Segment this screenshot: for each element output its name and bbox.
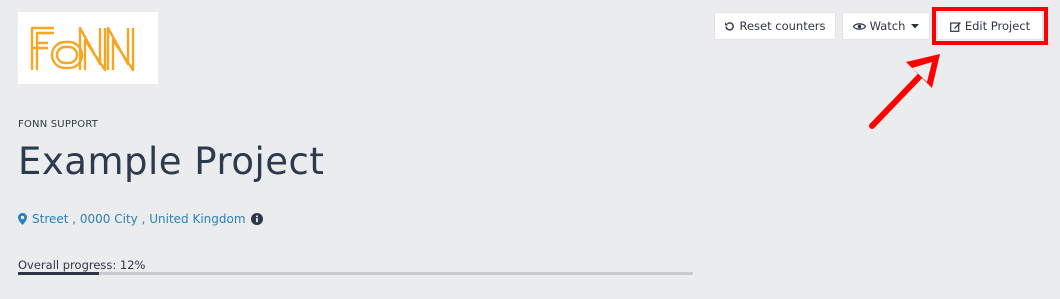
- edit-project-button[interactable]: Edit Project: [937, 12, 1043, 40]
- edit-icon: [949, 21, 961, 32]
- fonn-logo-icon: [30, 26, 135, 72]
- info-circle-icon[interactable]: [250, 213, 263, 225]
- watch-label: Watch: [869, 19, 906, 33]
- page-title: Example Project: [18, 140, 325, 183]
- watch-dropdown-button[interactable]: Watch: [842, 12, 930, 40]
- reset-counters-label: Reset counters: [739, 19, 826, 33]
- reset-counters-button[interactable]: Reset counters: [714, 12, 836, 40]
- caret-down-icon: [911, 23, 920, 29]
- progress-label: Overall progress: 12%: [18, 258, 146, 272]
- progress-bar-fill: [18, 272, 99, 275]
- undo-icon: [724, 21, 735, 32]
- map-marker-icon: [18, 213, 27, 225]
- company-logo: [18, 12, 158, 84]
- project-address: Street , 0000 City , United Kingdom: [18, 212, 263, 226]
- eye-icon: [852, 22, 866, 31]
- edit-project-label: Edit Project: [964, 19, 1031, 33]
- address-link[interactable]: Street , 0000 City , United Kingdom: [32, 212, 246, 226]
- progress-bar: [18, 272, 693, 275]
- organization-name: FONN SUPPORT: [18, 119, 99, 130]
- annotation-arrow-icon: [869, 54, 940, 129]
